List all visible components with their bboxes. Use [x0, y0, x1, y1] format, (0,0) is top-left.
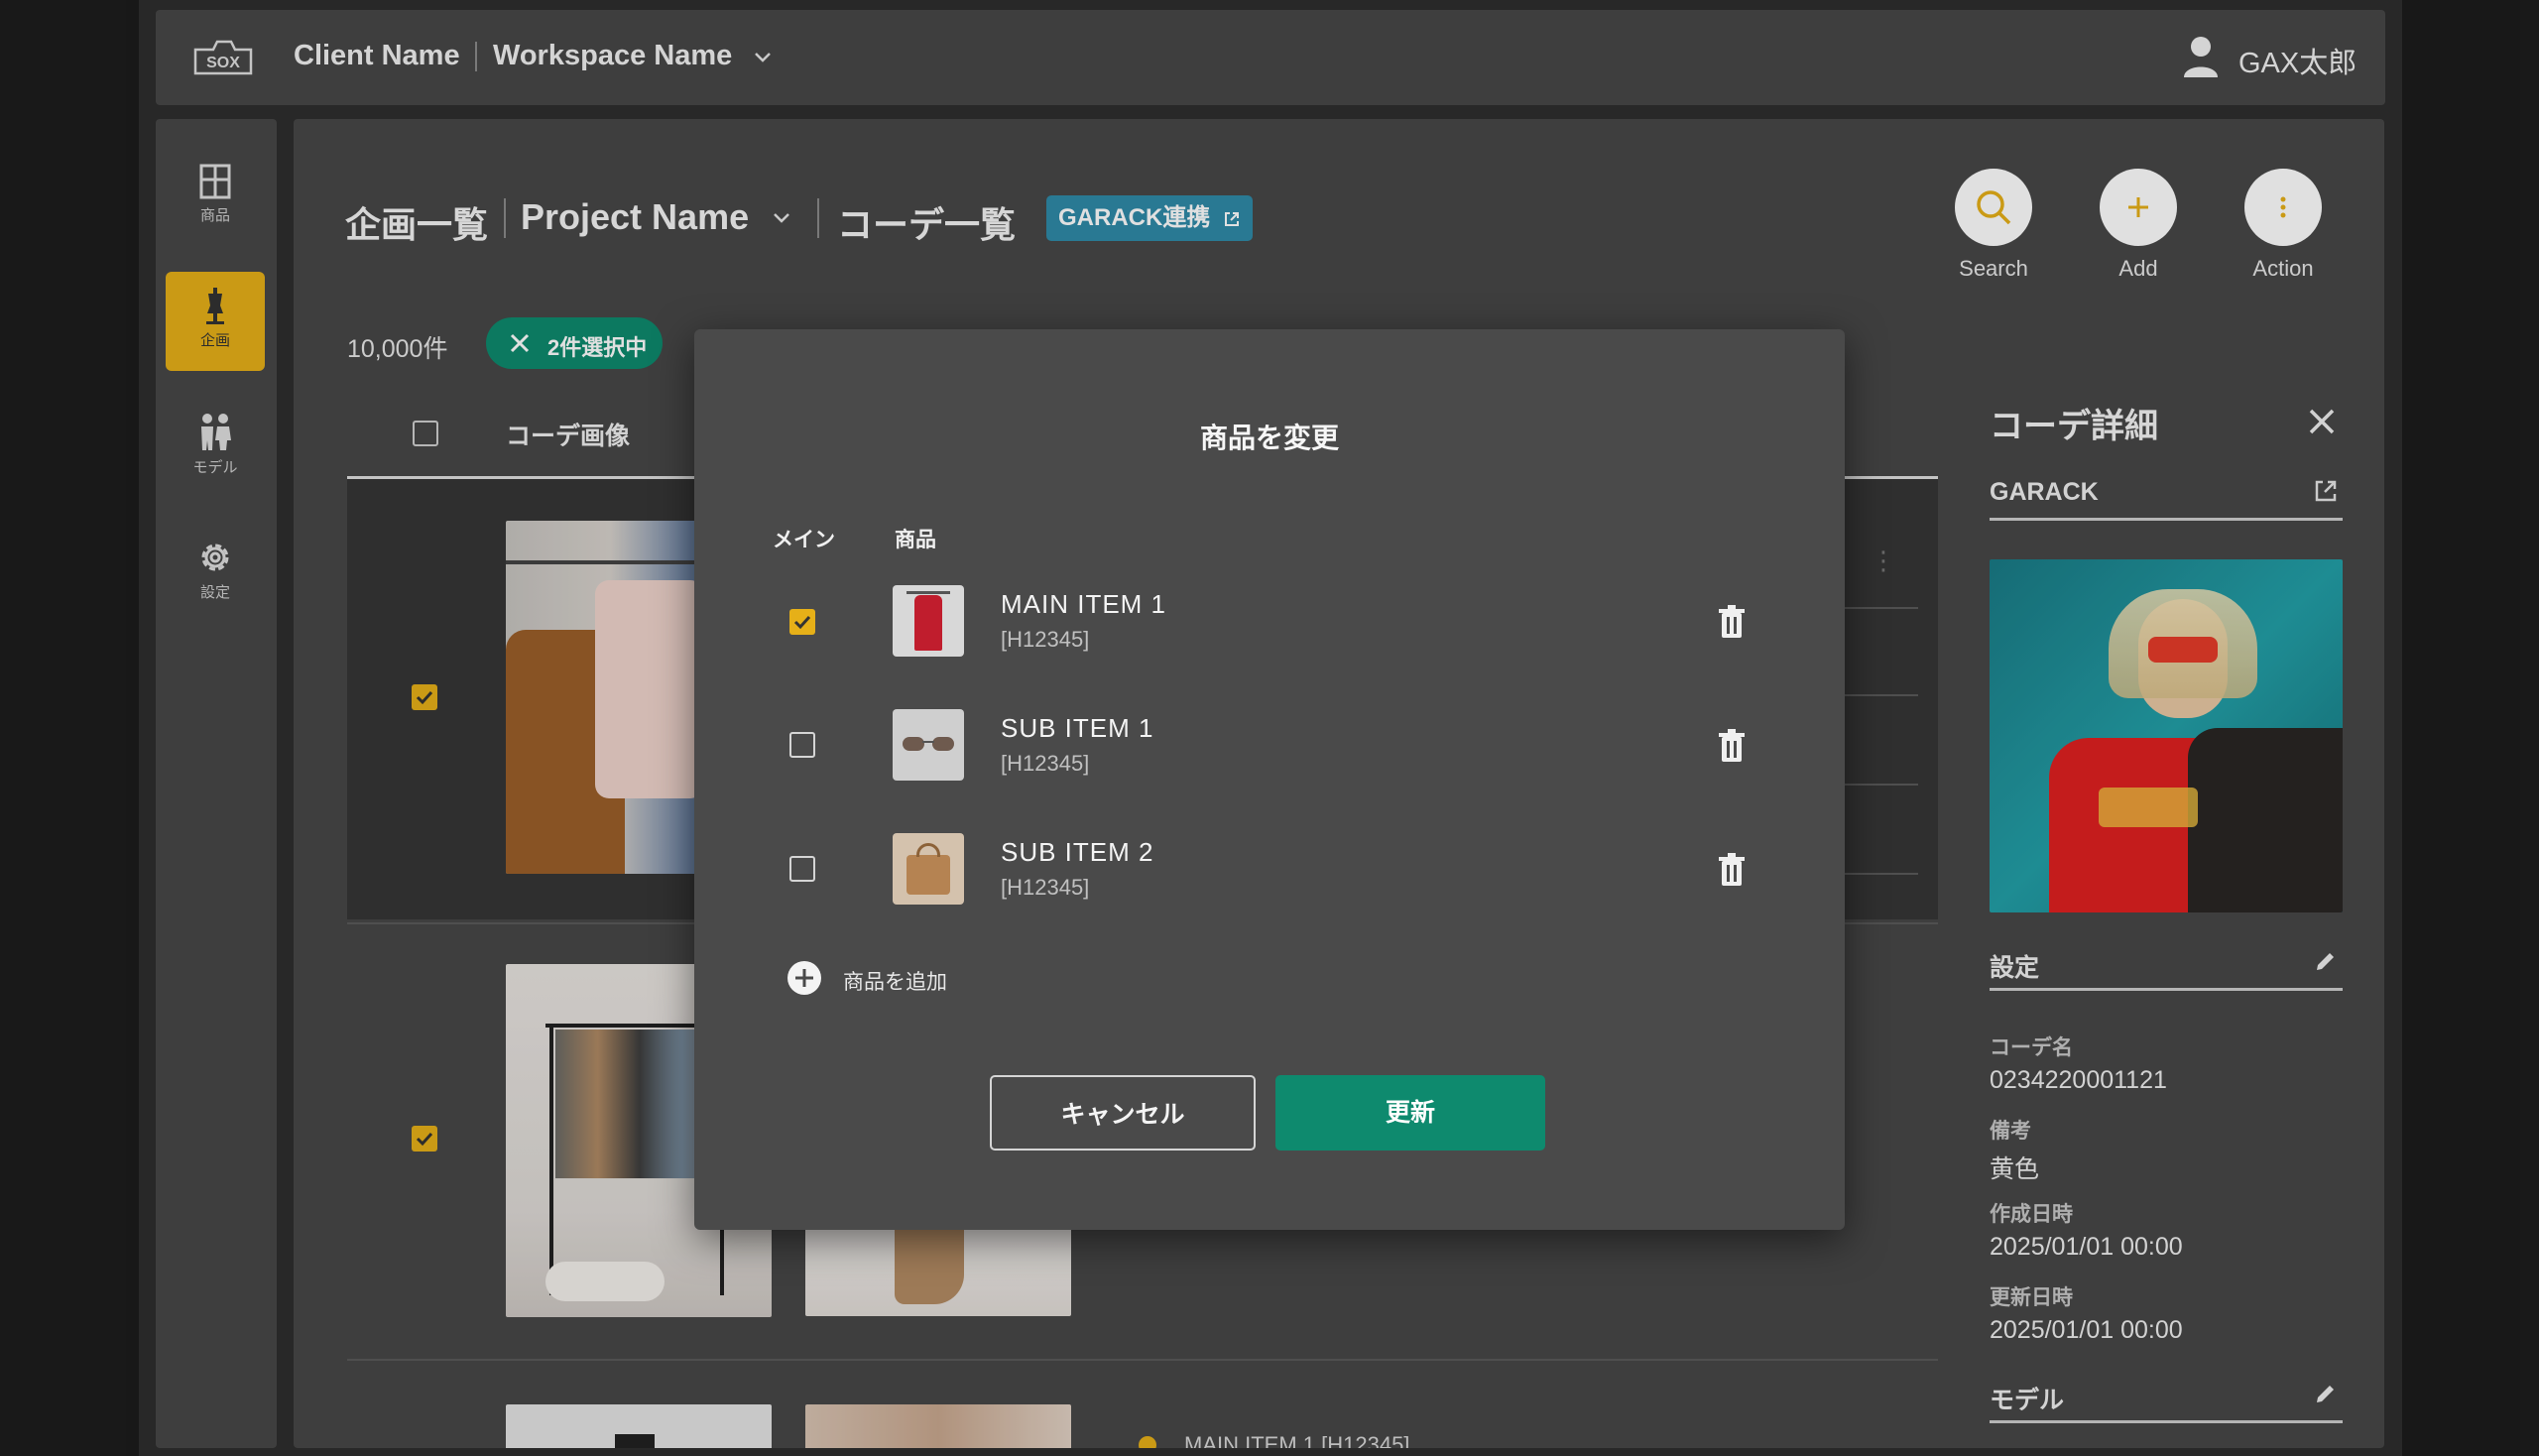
- item-code: [H12345]: [1001, 751, 1090, 776]
- trash-icon[interactable]: [1716, 729, 1748, 763]
- item-thumbnail: [893, 585, 964, 657]
- add-product-label: 商品を追加: [843, 971, 947, 994]
- trash-icon[interactable]: [1716, 853, 1748, 887]
- item-name: MAIN ITEM 1: [1001, 589, 1167, 619]
- item-thumbnail: [893, 709, 964, 781]
- add-product-link[interactable]: 商品を追加: [786, 960, 947, 996]
- cancel-button[interactable]: キャンセル: [990, 1075, 1256, 1151]
- column-header-product: 商品: [895, 529, 936, 551]
- main-item-checkbox[interactable]: [789, 732, 815, 758]
- item-name: SUB ITEM 2: [1001, 837, 1154, 867]
- item-code: [H12345]: [1001, 875, 1090, 900]
- plus-circle-icon: [787, 961, 821, 995]
- update-button[interactable]: 更新: [1275, 1075, 1545, 1151]
- modal-title: 商品を変更: [1199, 423, 1339, 453]
- trash-icon[interactable]: [1716, 605, 1748, 639]
- item-code: [H12345]: [1001, 627, 1090, 652]
- main-item-checkbox[interactable]: [789, 609, 815, 635]
- change-product-modal: 商品を変更 メイン 商品 MAIN ITEM 1 [H12345] SUB IT…: [694, 329, 1845, 1230]
- item-name: SUB ITEM 1: [1001, 713, 1154, 743]
- column-header-main: メイン: [773, 529, 835, 551]
- item-thumbnail: [893, 833, 964, 905]
- main-item-checkbox[interactable]: [789, 856, 815, 882]
